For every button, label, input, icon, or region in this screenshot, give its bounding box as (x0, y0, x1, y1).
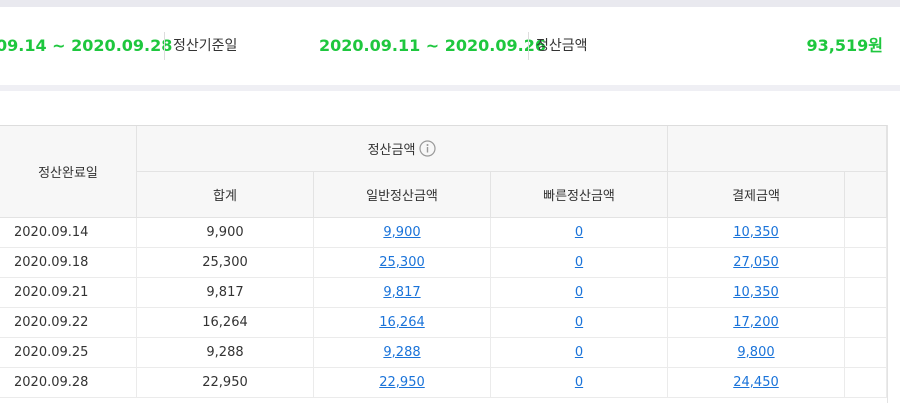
table-row: 2020.09.28 22,950 22,950 0 24,450 (0, 368, 900, 398)
fast-amount-cell: 0 (491, 308, 668, 337)
extra-cell (845, 278, 887, 307)
settlement-amount-value: 93,519원 (806, 36, 883, 55)
general-amount-link[interactable]: 9,817 (383, 285, 420, 300)
header-general-label: 일반정산금액 (366, 189, 438, 204)
extra-cell (845, 218, 887, 247)
total-cell: 16,264 (137, 308, 314, 337)
header-total: 합계 (137, 172, 314, 218)
general-amount-link[interactable]: 25,300 (379, 255, 425, 270)
extra-cell (845, 368, 887, 397)
header-general-amount: 일반정산금액 (314, 172, 491, 218)
general-amount-link[interactable]: 22,950 (379, 375, 425, 390)
payment-amount-link[interactable]: 9,800 (737, 345, 774, 360)
general-amount-cell: 9,817 (314, 278, 491, 307)
summary-divider (164, 32, 165, 60)
basis-period: 2020.09.11 ~ 2020.09.26 (319, 36, 546, 55)
general-amount-cell: 16,264 (314, 308, 491, 337)
payment-amount-cell: 10,350 (668, 218, 845, 247)
general-amount-link[interactable]: 9,288 (383, 345, 420, 360)
fast-amount-link[interactable]: 0 (575, 225, 583, 240)
payment-amount-link[interactable]: 10,350 (733, 225, 779, 240)
table-row: 2020.09.22 16,264 16,264 0 17,200 (0, 308, 900, 338)
fast-amount-cell: 0 (491, 278, 668, 307)
total-cell: 25,300 (137, 248, 314, 277)
header-payment-amount: 결제금액 (668, 172, 845, 218)
general-amount-cell: 9,288 (314, 338, 491, 367)
fast-amount-link[interactable]: 0 (575, 285, 583, 300)
table-row: 2020.09.21 9,817 9,817 0 10,350 (0, 278, 900, 308)
header-empty (668, 126, 887, 172)
settlement-table: 정산완료일 정산금액 합계 일반정산금액 빠른정산금액 결제금액 2020.09… (0, 125, 900, 404)
header-settlement-amount: 정산금액 (137, 126, 668, 172)
settlement-summary: 09.14 ~ 2020.09.28 정산기준일 2020.09.11 ~ 20… (0, 7, 900, 86)
total-cell: 9,817 (137, 278, 314, 307)
info-circle-icon[interactable] (419, 140, 437, 157)
section-separator (0, 85, 900, 91)
completion-date-cell: 2020.09.21 (0, 278, 137, 307)
general-amount-cell: 22,950 (314, 368, 491, 397)
fast-amount-cell: 0 (491, 368, 668, 397)
table-row: 2020.09.25 9,288 9,288 0 9,800 (0, 338, 900, 368)
payment-amount-cell: 24,450 (668, 368, 845, 397)
fast-amount-link[interactable]: 0 (575, 255, 583, 270)
payment-amount-cell: 10,350 (668, 278, 845, 307)
header-completion-date: 정산완료일 (0, 126, 137, 218)
total-cell: 9,288 (137, 338, 314, 367)
header-extra (845, 172, 887, 218)
completion-date-cell: 2020.09.25 (0, 338, 137, 367)
payment-amount-link[interactable]: 10,350 (733, 285, 779, 300)
fast-amount-cell: 0 (491, 338, 668, 367)
header-fast-label: 빠른정산금액 (543, 189, 615, 204)
fast-amount-link[interactable]: 0 (575, 345, 583, 360)
table-right-edge (887, 125, 900, 403)
payment-amount-link[interactable]: 17,200 (733, 315, 779, 330)
summary-divider (528, 32, 529, 60)
payment-amount-link[interactable]: 27,050 (733, 255, 779, 270)
extra-cell (845, 338, 887, 367)
completion-date-cell: 2020.09.22 (0, 308, 137, 337)
payment-amount-link[interactable]: 24,450 (733, 375, 779, 390)
completion-date-cell: 2020.09.28 (0, 368, 137, 397)
header-fast-amount: 빠른정산금액 (491, 172, 668, 218)
table-row: 2020.09.18 25,300 25,300 0 27,050 (0, 248, 900, 278)
completion-date-cell: 2020.09.14 (0, 218, 137, 247)
top-border (0, 0, 900, 7)
extra-cell (845, 308, 887, 337)
fast-amount-cell: 0 (491, 218, 668, 247)
total-cell: 9,900 (137, 218, 314, 247)
general-amount-link[interactable]: 9,900 (383, 225, 420, 240)
settlement-amount-label: 정산금액 (536, 38, 588, 54)
payment-amount-cell: 27,050 (668, 248, 845, 277)
payment-amount-cell: 17,200 (668, 308, 845, 337)
general-amount-cell: 9,900 (314, 218, 491, 247)
header-payment-label: 결제금액 (732, 189, 780, 204)
completion-period: 09.14 ~ 2020.09.28 (0, 36, 173, 55)
header-total-label: 합계 (213, 189, 237, 204)
fast-amount-cell: 0 (491, 248, 668, 277)
general-amount-cell: 25,300 (314, 248, 491, 277)
extra-cell (845, 248, 887, 277)
general-amount-link[interactable]: 16,264 (379, 315, 425, 330)
completion-date-cell: 2020.09.18 (0, 248, 137, 277)
table-row: 2020.09.14 9,900 9,900 0 10,350 (0, 218, 900, 248)
fast-amount-link[interactable]: 0 (575, 375, 583, 390)
payment-amount-cell: 9,800 (668, 338, 845, 367)
fast-amount-link[interactable]: 0 (575, 315, 583, 330)
header-settlement-amount-label: 정산금액 (367, 143, 416, 158)
header-completion-date-label: 정산완료일 (38, 166, 98, 181)
total-cell: 22,950 (137, 368, 314, 397)
settlement-basis-label: 정산기준일 (173, 38, 238, 54)
